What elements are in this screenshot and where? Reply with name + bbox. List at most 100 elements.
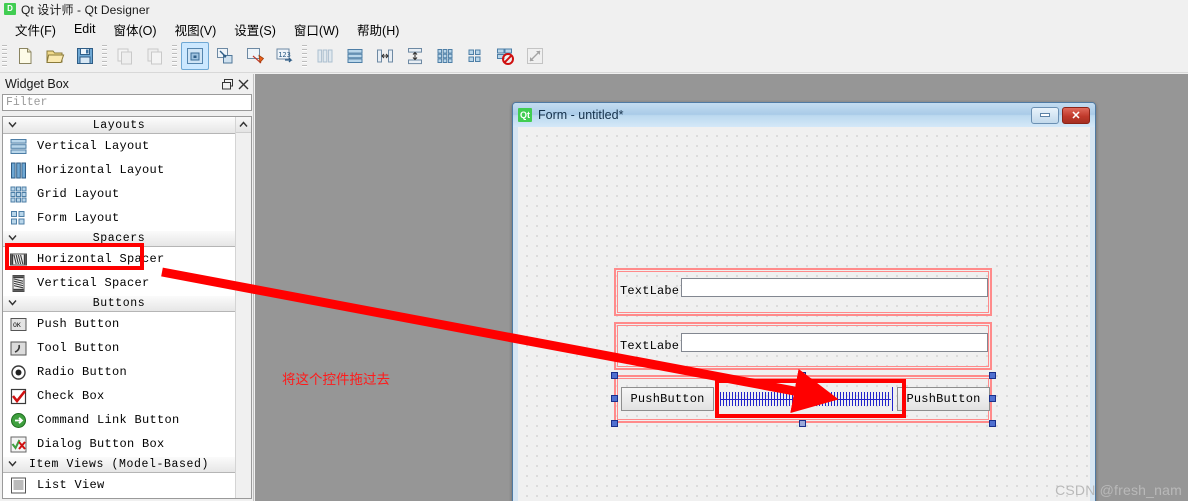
vertical-spacer-icon — [9, 274, 28, 293]
form-window-titlebar[interactable]: Qt Form - untitled* ✕ — [513, 103, 1095, 127]
widget-box-category-buttons[interactable]: Buttons — [3, 295, 235, 312]
menu-item-help[interactable]: 帮助(H) — [348, 18, 408, 41]
redo-button[interactable] — [141, 42, 169, 70]
pushbutton-right[interactable]: PushButton — [897, 387, 990, 411]
widget-item-label: Check Box — [37, 389, 105, 403]
save-form-button[interactable] — [71, 42, 99, 70]
new-document-icon — [19, 48, 32, 64]
menu-item-file[interactable]: 文件(F) — [6, 18, 65, 41]
close-icon[interactable] — [235, 76, 251, 92]
widget-item-label: Vertical Spacer — [37, 276, 150, 290]
svg-text:OK: OK — [13, 321, 21, 329]
widget-item-horizontal-spacer[interactable]: Horizontal Spacer — [3, 247, 235, 271]
widget-box-category-layouts[interactable]: Layouts — [3, 117, 235, 134]
widget-item-list-view[interactable]: List View — [3, 473, 235, 497]
open-form-button[interactable] — [41, 42, 69, 70]
textlabel-2[interactable]: TextLabel — [620, 339, 687, 353]
widget-item-grid-layout[interactable]: Grid Layout — [3, 182, 235, 206]
svg-text:123: 123 — [278, 51, 291, 59]
splitter-horizontal-icon — [377, 49, 393, 63]
widget-item-radio-button[interactable]: Radio Button — [3, 360, 235, 384]
menu-item-form[interactable]: 窗体(O) — [105, 18, 166, 41]
open-folder-icon — [46, 50, 65, 63]
lay-out-vertically-button[interactable] — [341, 42, 369, 70]
menu-item-window[interactable]: 窗口(W) — [285, 18, 348, 41]
filter-input[interactable] — [2, 94, 252, 111]
toolbar-grip-clipboard[interactable] — [102, 45, 107, 67]
new-form-button[interactable] — [11, 42, 39, 70]
toolbar-grip-file[interactable] — [2, 45, 7, 67]
lineedit-1[interactable] — [681, 278, 988, 297]
widget-box-category-item-views[interactable]: Item Views (Model-Based) — [3, 456, 235, 473]
selection-handle-tr[interactable] — [989, 372, 996, 379]
break-layout-button[interactable] — [491, 42, 519, 70]
widget-item-tool-button[interactable]: Tool Button — [3, 336, 235, 360]
undo-button[interactable] — [111, 42, 139, 70]
main-toolbar: 123 — [0, 40, 1188, 73]
textlabel-1[interactable]: TextLabel — [620, 284, 687, 298]
menu-item-view[interactable]: 视图(V) — [166, 18, 226, 41]
lay-out-form-button[interactable] — [461, 42, 489, 70]
radio-button-icon — [9, 363, 28, 382]
close-button[interactable]: ✕ — [1062, 106, 1090, 124]
chevron-up-icon[interactable] — [236, 117, 251, 133]
adjust-size-icon — [527, 48, 543, 64]
widget-item-push-button[interactable]: OK Push Button — [3, 312, 235, 336]
save-disk-icon — [77, 48, 93, 64]
edit-tab-order-button[interactable]: 123 — [271, 42, 299, 70]
widget-item-command-link-button[interactable]: Command Link Button — [3, 408, 235, 432]
lay-out-grid-button[interactable] — [431, 42, 459, 70]
edit-widgets-button[interactable] — [181, 42, 209, 70]
widget-item-dialog-button-box[interactable]: Dialog Button Box — [3, 432, 235, 456]
widget-box-list: Layouts Vertical Layout Horizontal Layou… — [3, 117, 235, 498]
dialog-button-box-icon — [9, 435, 28, 454]
widget-item-label: Horizontal Spacer — [37, 252, 165, 266]
widget-item-check-box[interactable]: Check Box — [3, 384, 235, 408]
selection-handle-tm[interactable] — [799, 372, 806, 379]
adjust-size-button[interactable] — [521, 42, 549, 70]
menu-item-settings[interactable]: 设置(S) — [225, 18, 285, 41]
scrollbar-track[interactable] — [236, 133, 251, 498]
minimize-button[interactable] — [1031, 106, 1059, 124]
widget-item-form-layout[interactable]: Form Layout — [3, 206, 235, 230]
lay-out-horizontally-button[interactable] — [311, 42, 339, 70]
widget-item-vertical-spacer[interactable]: Vertical Spacer — [3, 271, 235, 295]
spacer-cap-right — [892, 387, 893, 411]
widget-box-scrollbar[interactable] — [235, 117, 251, 498]
pushbutton-left[interactable]: PushButton — [621, 387, 714, 411]
toolbar-grip-layout[interactable] — [302, 45, 307, 67]
layout-form-icon — [468, 49, 481, 62]
toolbar-grip-mode[interactable] — [172, 45, 177, 67]
float-icon[interactable] — [219, 76, 235, 92]
widget-item-label: Form Layout — [37, 211, 120, 225]
selection-handle-bm[interactable] — [799, 420, 806, 427]
horizontal-spacer-widget[interactable] — [718, 387, 893, 411]
edit-buddies-button[interactable] — [241, 42, 269, 70]
widget-item-tree-view[interactable]: Tree View — [3, 497, 235, 498]
selection-handle-bl[interactable] — [611, 420, 618, 427]
grid-layout-icon — [9, 185, 28, 204]
command-link-button-icon — [9, 411, 28, 430]
edit-signals-icon — [217, 48, 233, 64]
selection-handle-tl[interactable] — [611, 372, 618, 379]
widget-item-label: Horizontal Layout — [37, 163, 165, 177]
selection-handle-br[interactable] — [989, 420, 996, 427]
widget-item-vertical-layout[interactable]: Vertical Layout — [3, 134, 235, 158]
widget-box-category-spacers[interactable]: Spacers — [3, 230, 235, 247]
selection-handle-mr[interactable] — [989, 395, 996, 402]
watermark: CSDN @fresh_nam — [1055, 482, 1182, 498]
tool-button-icon — [9, 339, 28, 358]
lay-out-splitter-h-button[interactable] — [371, 42, 399, 70]
selection-handle-ml[interactable] — [611, 395, 618, 402]
category-label: Spacers — [92, 232, 146, 245]
horizontal-layout-icon — [9, 161, 28, 180]
widget-item-label: List View — [37, 478, 105, 492]
widget-item-horizontal-layout[interactable]: Horizontal Layout — [3, 158, 235, 182]
form-window-title: Form - untitled* — [538, 108, 624, 122]
widget-item-label: Vertical Layout — [37, 139, 150, 153]
lay-out-splitter-v-button[interactable] — [401, 42, 429, 70]
form-canvas[interactable]: TextLabel TextLabel PushButton PushButto… — [518, 127, 1090, 501]
menu-item-edit[interactable]: Edit — [65, 20, 105, 38]
edit-signals-button[interactable] — [211, 42, 239, 70]
lineedit-2[interactable] — [681, 333, 988, 352]
